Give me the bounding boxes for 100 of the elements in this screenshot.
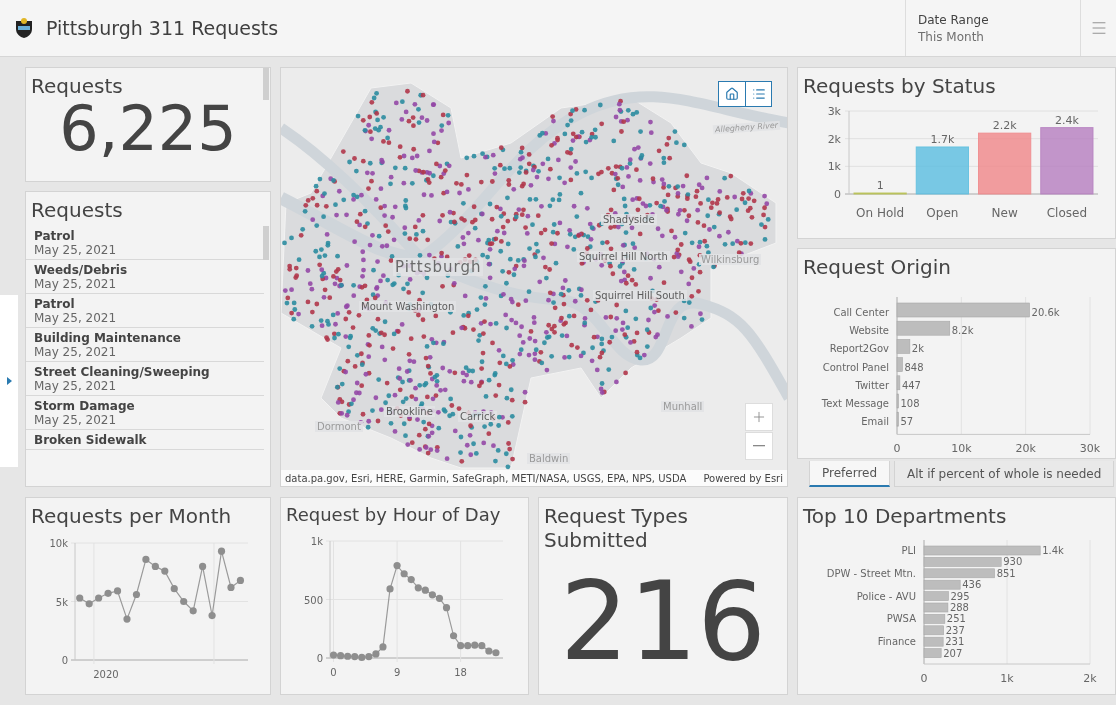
data-point[interactable] bbox=[217, 547, 226, 555]
request-list-item[interactable]: Storm Damage May 25, 2021 bbox=[26, 396, 264, 430]
shield-logo-icon bbox=[14, 17, 34, 39]
request-date: May 25, 2021 bbox=[34, 311, 118, 325]
data-point[interactable] bbox=[457, 641, 465, 649]
request-date: May 25, 2021 bbox=[34, 243, 118, 257]
data-point[interactable] bbox=[393, 561, 401, 569]
data-point[interactable] bbox=[379, 642, 387, 651]
data-point[interactable] bbox=[386, 584, 394, 593]
caret-icon bbox=[6, 377, 12, 385]
date-range-selector[interactable]: Date Range This Month bbox=[905, 0, 1080, 56]
data-point[interactable] bbox=[76, 594, 84, 602]
axis-tick-label: 18 bbox=[454, 666, 467, 678]
data-point[interactable] bbox=[199, 562, 207, 570]
scrollbar-thumb[interactable] bbox=[263, 226, 269, 260]
plus-icon bbox=[751, 409, 767, 425]
category-label: Twitter bbox=[855, 379, 889, 391]
data-point[interactable] bbox=[329, 651, 338, 659]
value-label: 1 bbox=[876, 179, 884, 192]
request-list-item[interactable]: Building Maintenance May 25, 2021 bbox=[26, 328, 264, 362]
bar[interactable] bbox=[896, 411, 899, 427]
data-point[interactable] bbox=[442, 603, 451, 611]
bar[interactable] bbox=[978, 132, 1032, 195]
data-point[interactable] bbox=[161, 567, 169, 575]
category-label: Police - AVU bbox=[856, 590, 916, 602]
home-icon bbox=[725, 87, 739, 101]
category-label: Finance bbox=[877, 636, 916, 648]
data-point[interactable] bbox=[407, 575, 415, 583]
bar[interactable] bbox=[896, 320, 951, 336]
bar[interactable] bbox=[923, 602, 949, 613]
value-label: 447 bbox=[901, 379, 921, 391]
data-point[interactable] bbox=[236, 576, 245, 585]
data-point[interactable] bbox=[358, 653, 366, 661]
data-point[interactable] bbox=[170, 585, 178, 593]
chart-tab[interactable]: Alt if percent of whole is needed bbox=[894, 461, 1115, 487]
data-point[interactable] bbox=[464, 641, 472, 649]
data-point[interactable] bbox=[180, 597, 188, 606]
bar[interactable] bbox=[923, 625, 944, 636]
data-point[interactable] bbox=[414, 583, 422, 591]
data-point[interactable] bbox=[95, 594, 103, 602]
bar[interactable] bbox=[923, 636, 944, 647]
request-type: Patrol bbox=[34, 229, 76, 243]
data-point[interactable] bbox=[435, 594, 444, 602]
bar[interactable] bbox=[923, 579, 961, 590]
bar[interactable] bbox=[923, 614, 946, 624]
data-point[interactable] bbox=[142, 555, 150, 563]
data-point[interactable] bbox=[151, 562, 159, 570]
zoom-in-button[interactable] bbox=[745, 403, 773, 431]
data-point[interactable] bbox=[227, 583, 235, 592]
data-point[interactable] bbox=[372, 649, 380, 658]
value-label: 851 bbox=[996, 567, 1016, 579]
axis-label: 2020 bbox=[93, 669, 119, 680]
request-list-item[interactable]: Weeds/Debris May 25, 2021 bbox=[26, 260, 264, 294]
data-point[interactable] bbox=[365, 652, 373, 660]
axis-tick-label: 9 bbox=[393, 666, 401, 678]
data-point[interactable] bbox=[485, 646, 493, 655]
value-label: 57 bbox=[900, 416, 914, 428]
value-label: 251 bbox=[946, 613, 966, 625]
card-title: Request by Hour of Day bbox=[285, 503, 502, 526]
bar[interactable] bbox=[923, 545, 1041, 556]
data-point[interactable] bbox=[492, 648, 500, 656]
bar[interactable] bbox=[896, 339, 911, 354]
category-label: On Hold bbox=[856, 206, 905, 220]
data-point[interactable] bbox=[471, 641, 479, 649]
side-panel-toggle[interactable] bbox=[0, 295, 18, 467]
bar[interactable] bbox=[896, 375, 901, 391]
value-label: 2k bbox=[911, 343, 924, 355]
chart-tab[interactable]: Preferred bbox=[809, 461, 891, 487]
data-point[interactable] bbox=[421, 586, 429, 594]
powered-by-text: Powered by Esri bbox=[703, 472, 783, 484]
data-point[interactable] bbox=[104, 589, 112, 597]
request-list-item[interactable]: Street Cleaning/Sweeping May 25, 2021 bbox=[26, 362, 264, 396]
request-list-item[interactable]: Patrol May 25, 2021 bbox=[26, 294, 264, 328]
data-point[interactable] bbox=[478, 641, 486, 649]
data-point[interactable] bbox=[189, 607, 197, 615]
data-point[interactable] bbox=[400, 569, 408, 577]
data-point[interactable] bbox=[449, 631, 458, 639]
request-list-item[interactable]: Broken Sidewalk bbox=[26, 430, 264, 450]
data-point[interactable] bbox=[344, 652, 352, 660]
axis-tick-label: 3k bbox=[827, 105, 841, 118]
request-date: May 25, 2021 bbox=[34, 277, 118, 291]
data-point[interactable] bbox=[132, 590, 141, 599]
scrollbar-thumb[interactable] bbox=[263, 68, 269, 100]
data-point[interactable] bbox=[351, 652, 359, 660]
value-label: 288 bbox=[949, 602, 969, 613]
category-label: PLI bbox=[901, 545, 916, 556]
bar[interactable] bbox=[896, 393, 899, 409]
category-label: Control Panel bbox=[822, 361, 889, 373]
request-date: May 25, 2021 bbox=[34, 345, 118, 359]
data-point[interactable] bbox=[85, 600, 93, 608]
category-label: Email bbox=[861, 416, 889, 428]
data-point[interactable] bbox=[208, 611, 216, 620]
bar[interactable] bbox=[896, 302, 1030, 318]
app-title: Pittsburgh 311 Requests bbox=[46, 17, 279, 39]
data-point[interactable] bbox=[123, 615, 131, 623]
data-point[interactable] bbox=[113, 587, 122, 595]
data-point[interactable] bbox=[337, 651, 345, 659]
axis-tick-label: 10k bbox=[951, 442, 972, 455]
data-point[interactable] bbox=[428, 590, 436, 598]
bar[interactable] bbox=[923, 568, 995, 579]
